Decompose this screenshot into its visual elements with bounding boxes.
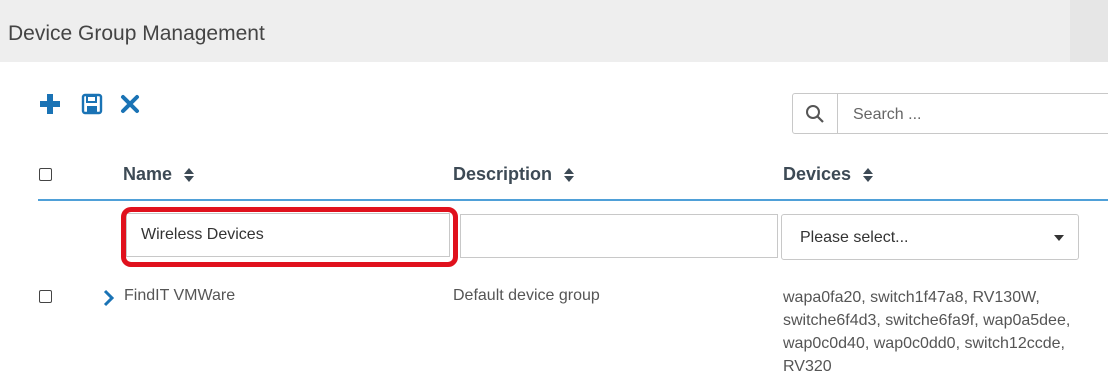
devices-select-value: Please select... [800,229,909,246]
column-header-label: Devices [783,164,852,184]
sort-icon [184,168,195,183]
chevron-right-icon[interactable] [103,289,115,307]
search-input[interactable] [839,94,1108,135]
add-button[interactable] [36,90,64,118]
column-header-label: Description [453,164,553,184]
save-icon [81,93,103,115]
search-icon [806,104,824,123]
group-devices: wapa0fa20, switch1f47a8, RV130W, switche… [783,289,1071,375]
plus-icon [40,94,60,114]
close-icon [121,95,139,113]
column-header-description[interactable]: Description [453,164,575,185]
column-header-devices[interactable]: Devices [783,164,874,185]
select-all-checkbox[interactable] [39,168,52,181]
sort-icon [564,168,575,183]
save-button[interactable] [78,90,106,118]
column-header-label: Name [123,164,173,184]
row-checkbox[interactable] [39,290,52,303]
column-header-name[interactable]: Name [123,164,195,185]
group-name: FindIT VMWare [124,287,236,304]
group-name-input[interactable] [126,213,450,257]
search-button[interactable] [793,94,838,133]
delete-button[interactable] [116,90,144,118]
header-divider [38,199,1108,201]
caret-down-icon [1054,235,1064,241]
sort-icon [863,168,874,183]
devices-select[interactable]: Please select... [781,214,1079,260]
search-box [792,93,1108,135]
group-description: Default device group [453,287,600,304]
header-edge [1070,0,1108,62]
page-title: Device Group Management [8,22,265,45]
group-description-input[interactable] [460,214,778,258]
